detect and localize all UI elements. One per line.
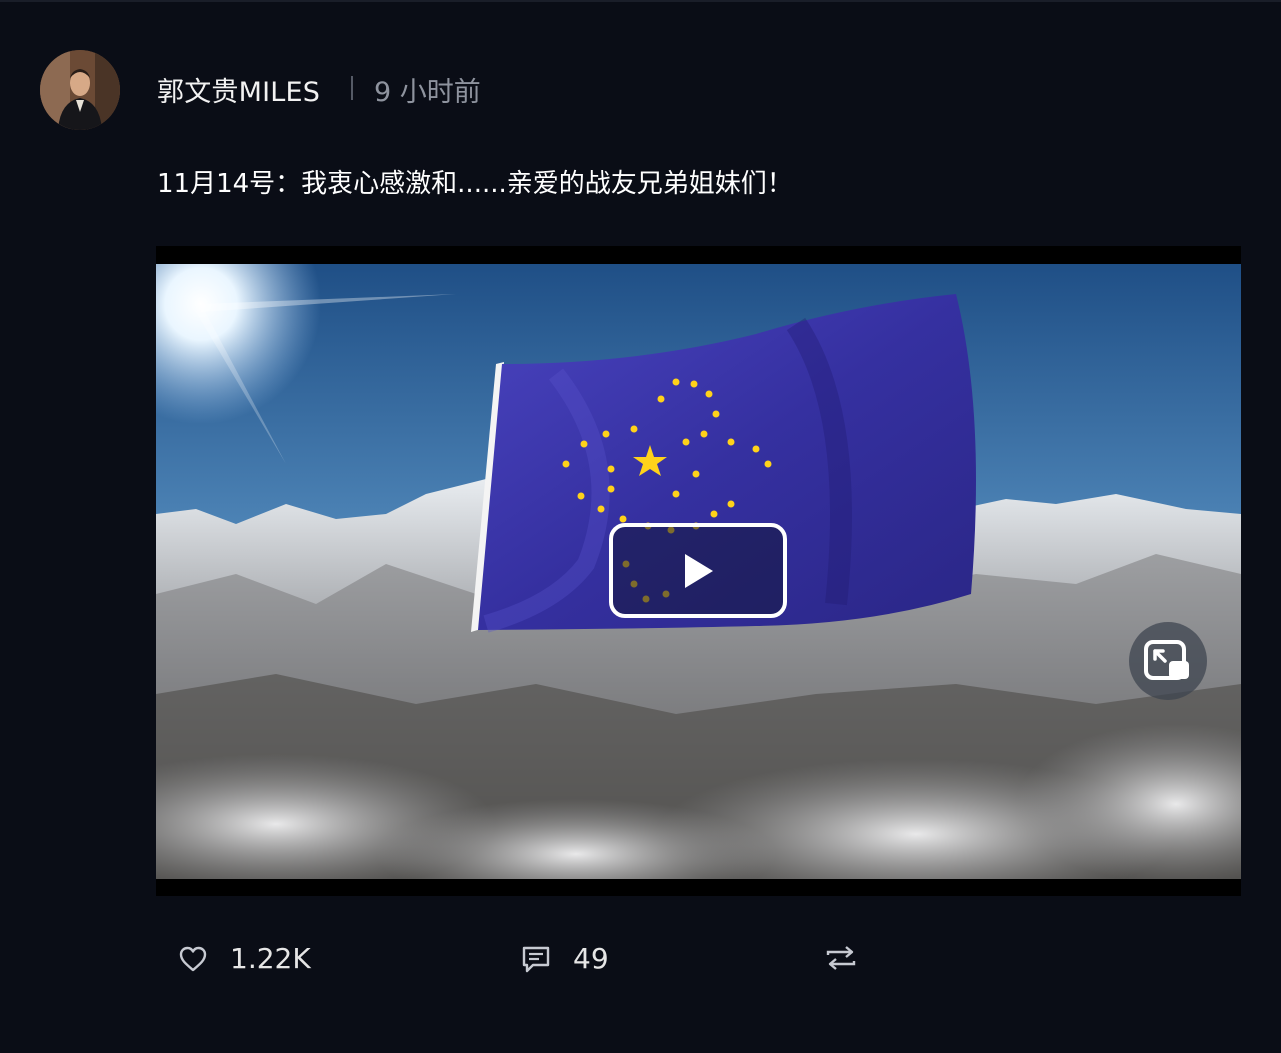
play-button[interactable] (609, 523, 787, 618)
avatar[interactable] (40, 50, 120, 130)
author-name[interactable]: 郭文贵MILES (157, 70, 320, 109)
heart-icon (179, 946, 207, 971)
post-card: 郭文贵MILES 9 小时前 11月14号：我衷心感激和......亲爱的战友兄… (0, 0, 1281, 1053)
play-icon (685, 553, 713, 588)
repost-button[interactable] (824, 944, 858, 972)
picture-in-picture-button[interactable] (1129, 622, 1207, 700)
post-time: 9 小时前 (374, 77, 481, 108)
like-count: 1.22K (230, 942, 311, 975)
comment-button[interactable]: 49 (521, 942, 609, 975)
header-separator (351, 76, 353, 100)
post-text: 11月14号：我衷心感激和......亲爱的战友兄弟姐妹们！ (157, 169, 793, 199)
comment-icon (522, 946, 550, 972)
picture-in-picture-icon (1144, 640, 1189, 680)
repost-icon (826, 946, 856, 970)
comment-count: 49 (573, 942, 609, 975)
post-actions: 1.22K 49 (0, 930, 1281, 990)
like-button[interactable]: 1.22K (178, 942, 311, 975)
video-player[interactable] (156, 246, 1241, 896)
